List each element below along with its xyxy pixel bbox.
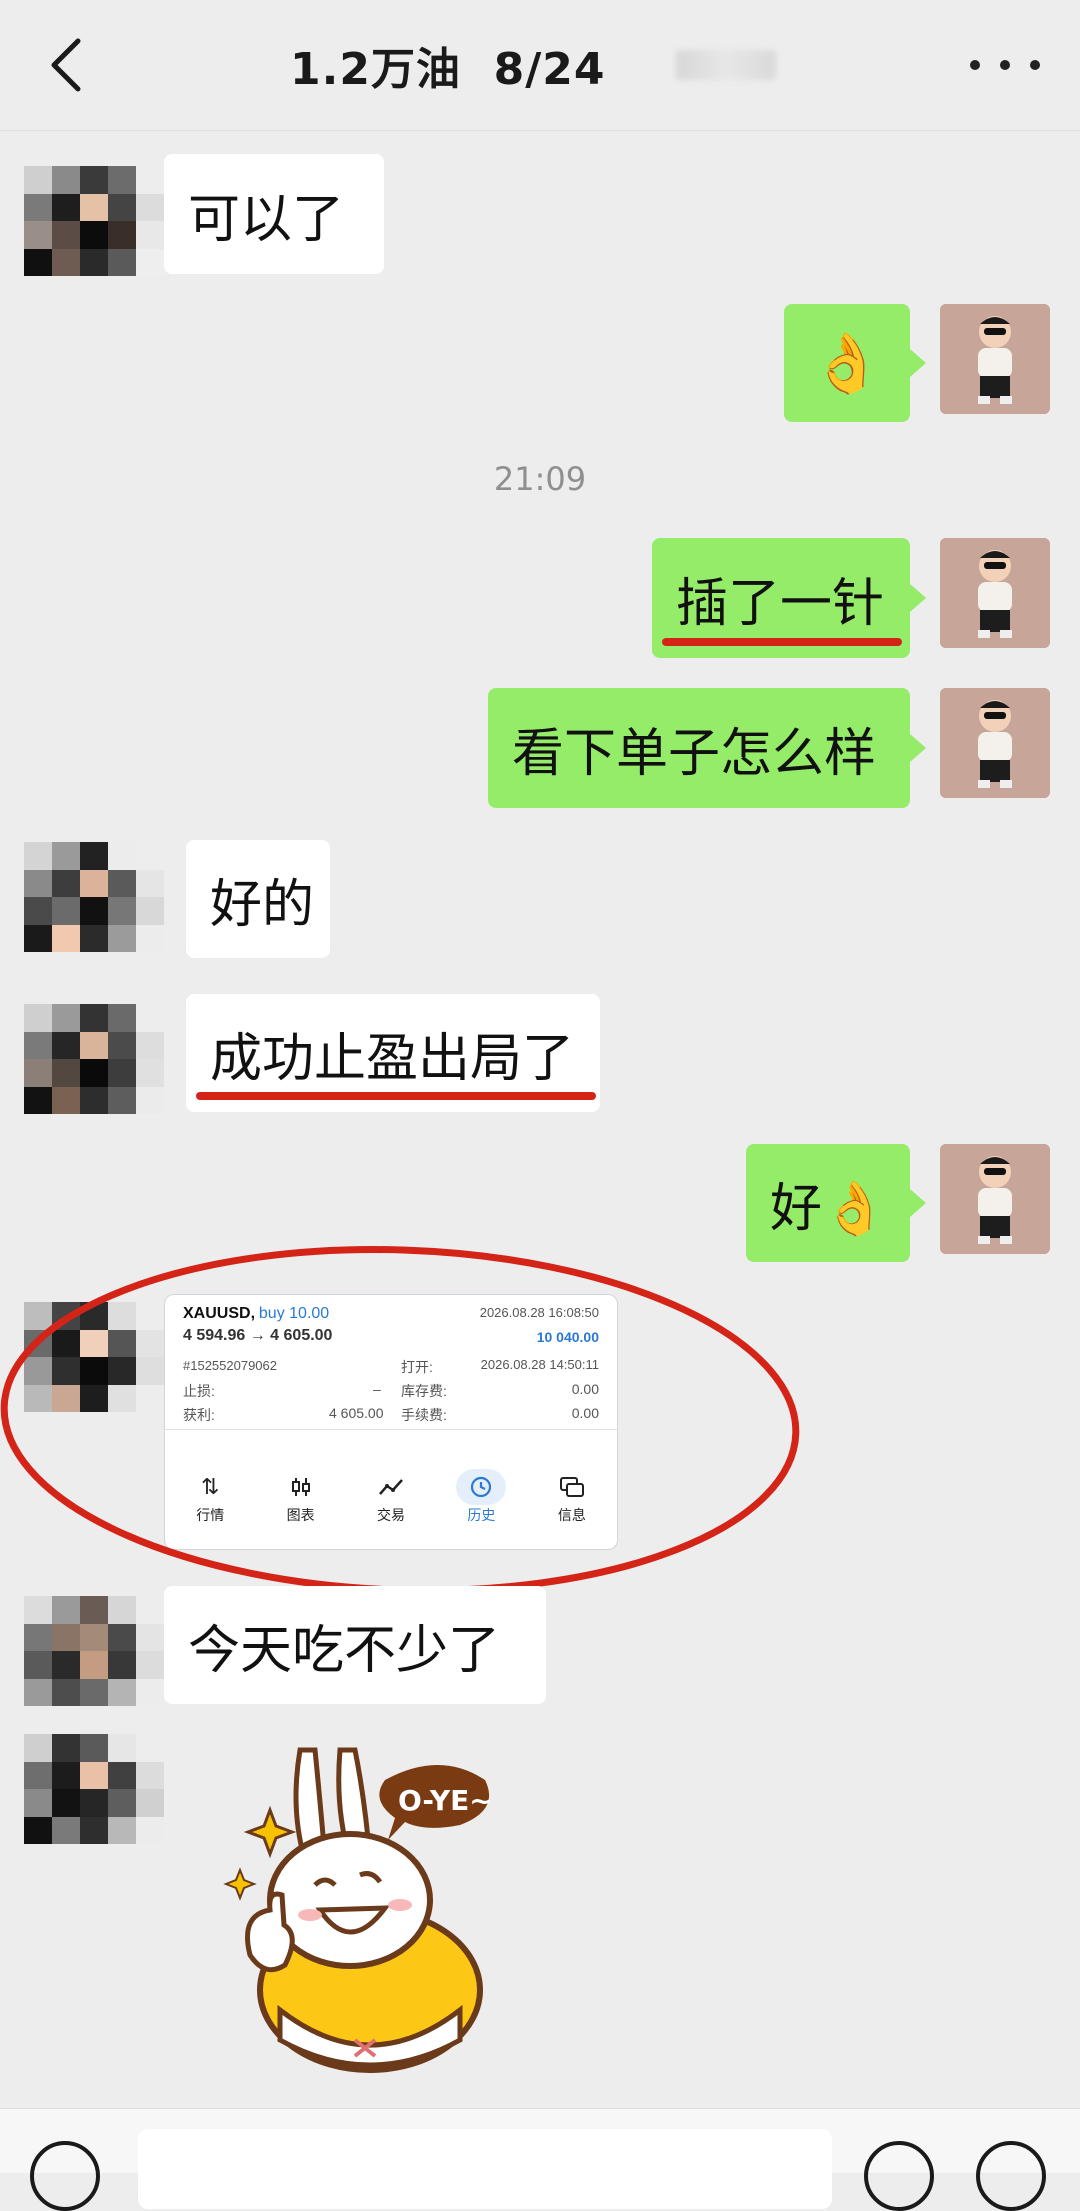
- trade-open-time: 2026.08.28 14:50:11: [480, 1357, 599, 1372]
- nav-trade[interactable]: 交易: [346, 1469, 436, 1539]
- message-timestamp: 21:09: [493, 460, 587, 498]
- my-avatar[interactable]: [940, 538, 1050, 648]
- message-text: 插了一针: [676, 573, 885, 634]
- trade-profit: 10 040.00: [536, 1329, 599, 1345]
- my-avatar[interactable]: [940, 1144, 1050, 1254]
- rabbit-sticker-image[interactable]: O-YE~: [210, 1740, 510, 2080]
- sticker-text: O-YE~: [398, 1784, 493, 1817]
- message-text: 可以了: [188, 189, 345, 250]
- trade-sl-label: 止损:: [183, 1383, 215, 1399]
- trade-sl-value: –: [373, 1381, 381, 1397]
- trade-open-label: 打开:: [401, 1359, 433, 1375]
- input-bar: [0, 2108, 1080, 2211]
- contact-avatar[interactable]: [24, 1004, 164, 1114]
- chat-title: 1.2万油 8/24: [290, 44, 606, 95]
- message-bubble[interactable]: 好的: [186, 840, 330, 958]
- trade-tp-value: 4 605.00: [329, 1405, 384, 1421]
- trade-close-time: 2026.08.28 16:08:50: [479, 1305, 599, 1320]
- message-text: 成功止盈出局了: [210, 1028, 575, 1089]
- blurred-title-suffix: [675, 50, 776, 80]
- trade-direction: buy 10.00: [258, 1305, 330, 1322]
- voice-input-button[interactable]: [30, 2141, 100, 2211]
- trend-line-icon: [366, 1469, 416, 1505]
- history-clock-icon: [456, 1469, 507, 1505]
- contact-avatar[interactable]: [24, 166, 164, 276]
- contact-avatar[interactable]: [24, 1734, 164, 1844]
- more-actions-button[interactable]: [976, 2141, 1046, 2211]
- trade-fee-label: 手续费:: [401, 1407, 447, 1423]
- message-text: 好的: [210, 874, 315, 935]
- chat-bubbles-icon: [547, 1469, 597, 1505]
- red-underline-annotation: [196, 1092, 596, 1100]
- trade-swap-value: 0.00: [571, 1381, 599, 1397]
- message-bubble[interactable]: 可以了: [164, 154, 384, 274]
- back-button[interactable]: [36, 30, 96, 100]
- ok-hand-emoji: 👌: [810, 328, 884, 397]
- red-underline-annotation: [662, 638, 902, 646]
- contact-avatar[interactable]: [24, 1302, 164, 1412]
- message-text: 看下单子怎么样: [512, 723, 877, 784]
- avatar-cartoon-icon: [940, 304, 1050, 414]
- message-bubble[interactable]: 👌: [784, 304, 926, 422]
- more-icon: [970, 60, 980, 70]
- nav-chart[interactable]: 图表: [255, 1469, 345, 1539]
- trade-fee-value: 0.00: [571, 1405, 599, 1421]
- contact-avatar[interactable]: [24, 1596, 164, 1706]
- message-bubble[interactable]: 今天吃不少了: [164, 1586, 546, 1704]
- message-bubble[interactable]: 看下单子怎么样: [488, 688, 926, 808]
- trade-prices: 4 594.96 → 4 605.00: [183, 1327, 333, 1344]
- nav-messages[interactable]: 信息: [527, 1469, 617, 1539]
- chat-header: 1.2万油 8/24: [0, 0, 1080, 131]
- divider: [165, 1429, 617, 1430]
- arrows-updown-icon: ⇅: [200, 1474, 220, 1499]
- trade-screenshot-card[interactable]: XAUUSD, buy 10.00 2026.08.28 16:08:50 4 …: [164, 1294, 618, 1550]
- trade-order-id: #152552079062: [183, 1358, 277, 1373]
- message-bubble[interactable]: 好👌: [746, 1144, 926, 1262]
- chevron-left-icon: [51, 38, 81, 92]
- message-text: 好👌: [770, 1178, 887, 1239]
- my-avatar[interactable]: [940, 304, 1050, 414]
- nav-history[interactable]: 历史: [436, 1469, 526, 1539]
- contact-avatar[interactable]: [24, 842, 164, 952]
- trade-symbol: XAUUSD,: [183, 1305, 256, 1322]
- avatar-cartoon-icon: [940, 688, 1050, 798]
- my-avatar[interactable]: [940, 688, 1050, 798]
- message-text: 今天吃不少了: [188, 1620, 501, 1681]
- nav-quotes[interactable]: ⇅ 行情: [165, 1469, 255, 1539]
- avatar-cartoon-icon: [940, 538, 1050, 648]
- message-input[interactable]: [138, 2129, 832, 2209]
- avatar-cartoon-icon: [940, 1144, 1050, 1254]
- more-button[interactable]: [970, 45, 1040, 85]
- emoji-button[interactable]: [864, 2141, 934, 2211]
- trade-app-nav: ⇅ 行情 图表 交易 历史 信息: [165, 1469, 617, 1539]
- trade-tp-label: 获利:: [183, 1407, 215, 1423]
- candlestick-icon: [276, 1469, 326, 1505]
- trade-swap-label: 库存费:: [401, 1383, 447, 1399]
